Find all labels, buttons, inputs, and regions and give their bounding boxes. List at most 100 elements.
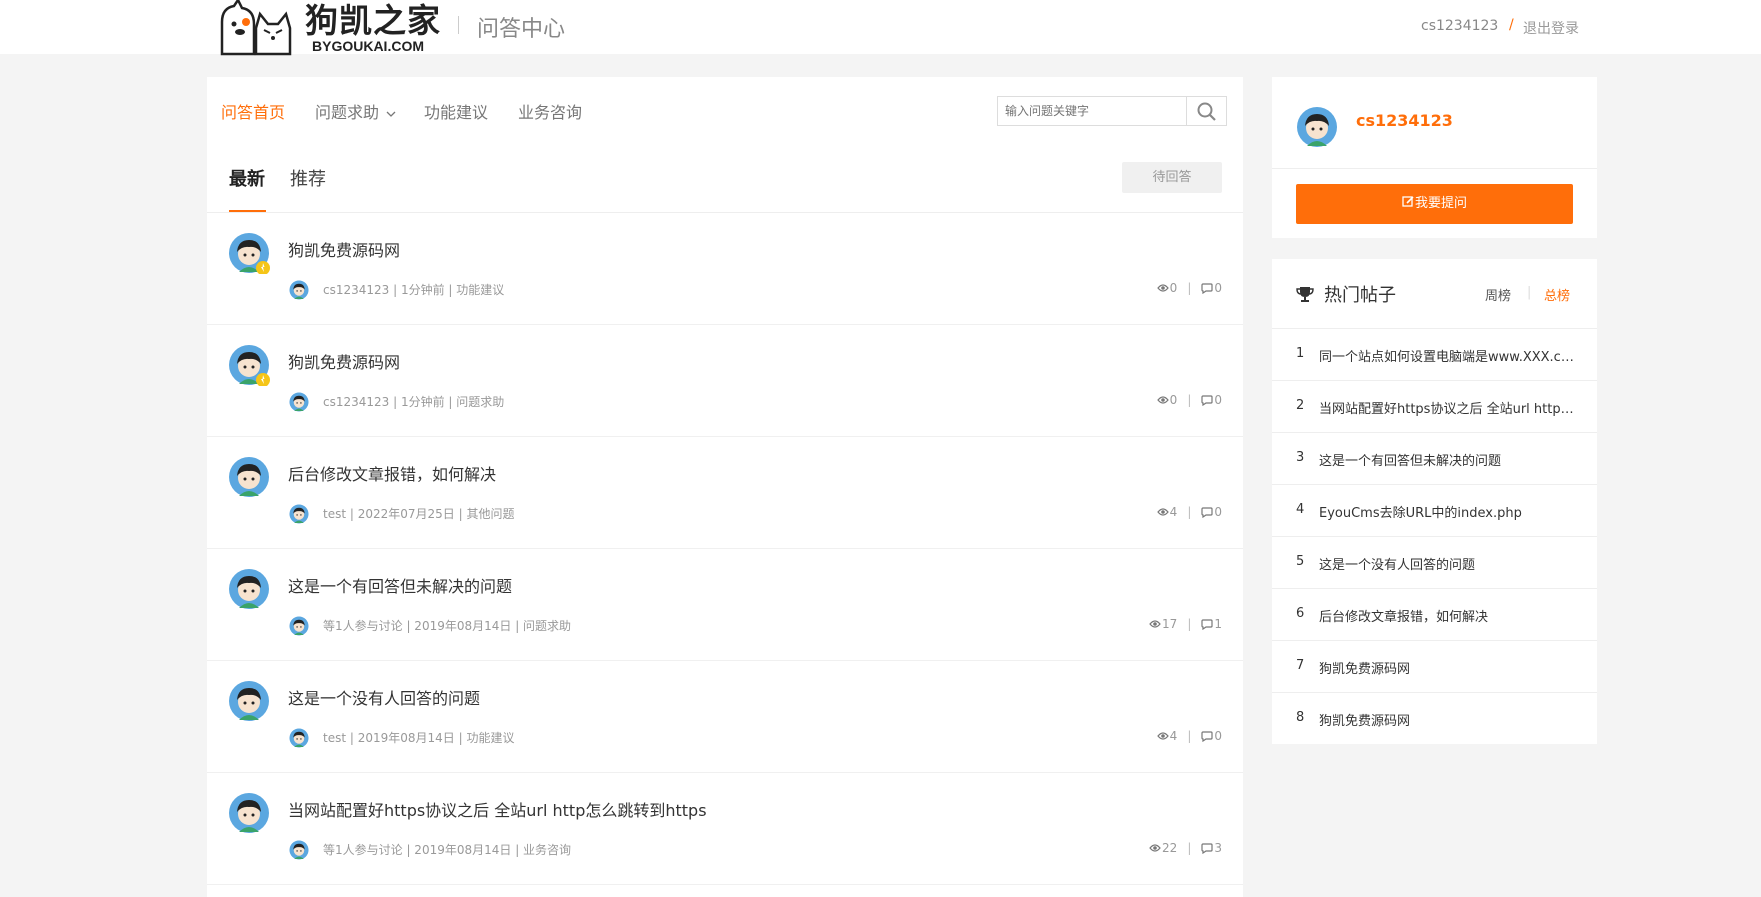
comment-icon [1201, 730, 1213, 742]
question-author-avatar[interactable] [228, 792, 270, 834]
question-user-avatar[interactable] [289, 504, 309, 524]
nav-business[interactable]: 业务咨询 [518, 99, 582, 123]
comment-count: 0 [1214, 729, 1222, 743]
stats-divider: | [1187, 505, 1192, 519]
hot-post-link[interactable]: 狗凯免费源码网 [1319, 710, 1574, 729]
tab-recommend[interactable]: 推荐 [290, 165, 326, 191]
ask-question-label: 我要提问 [1414, 196, 1467, 211]
question-stats: 0 | 0 [1156, 281, 1222, 295]
trophy-icon [1296, 287, 1314, 302]
question-user-avatar[interactable] [289, 728, 309, 748]
hot-post-item[interactable]: 1 同一个站点如何设置电脑端是www.XXX.com [1272, 328, 1597, 380]
question-meta: 等1人参与讨论 | 2019年08月14日 | 问题求助 [323, 619, 572, 633]
logo-text[interactable]: 狗凯之家 [305, 2, 441, 40]
hot-post-item[interactable]: 4 EyouCms去除URL中的index.php [1272, 484, 1597, 536]
cat-dog-logo-icon[interactable] [212, 0, 304, 56]
question-item: 后台修改文章报错，如何解决 test | 2022年07月25日 | 其他问题 4 |… [207, 437, 1243, 549]
question-user-avatar[interactable] [289, 840, 309, 860]
question-user-avatar[interactable] [289, 616, 309, 636]
sidebar-username[interactable]: cs1234123 [1356, 111, 1453, 130]
comment-count: 0 [1214, 393, 1222, 407]
question-title[interactable]: 当网站配置好https协议之后 全站url http怎么跳转到https [288, 797, 707, 821]
view-count: 4 [1169, 729, 1178, 743]
hot-post-rank: 7 [1296, 658, 1305, 673]
eye-icon [1156, 508, 1169, 516]
comment-count: 3 [1214, 841, 1222, 855]
question-author-avatar[interactable] [228, 344, 270, 386]
hot-post-item[interactable]: 7 狗凯免费源码网 [1272, 640, 1597, 692]
nav-home[interactable]: 问答首页 [221, 99, 285, 123]
view-count: 0 [1169, 281, 1178, 295]
question-title[interactable]: 狗凯免费源码网 [288, 237, 400, 261]
hot-posts-title: 热门帖子 [1324, 285, 1396, 306]
comment-icon [1201, 394, 1213, 406]
hot-post-link[interactable]: 这是一个没有人回答的问题 [1319, 554, 1574, 573]
hot-post-link[interactable]: 后台修改文章报错，如何解决 [1319, 606, 1574, 625]
question-user-avatar[interactable] [289, 392, 309, 412]
hot-post-item[interactable]: 3 这是一个有回答但未解决的问题 [1272, 432, 1597, 484]
pending-answer-button[interactable]: 待回答 [1122, 162, 1222, 193]
header-divider [458, 16, 459, 34]
logout-link[interactable]: 退出登录 [1523, 18, 1579, 38]
question-meta: cs1234123 | 1分钟前 | 功能建议 [323, 283, 505, 297]
hot-post-rank: 1 [1296, 346, 1305, 361]
question-stats: 17 | 1 [1149, 617, 1222, 631]
question-item: 这是一个没有人回答的问题 test | 2019年08月14日 | 功能建议 4 | 0 [207, 661, 1243, 773]
question-meta: test | 2022年07月25日 | 其他问题 [323, 507, 515, 521]
stats-divider: | [1187, 617, 1192, 631]
question-user-avatar[interactable] [289, 280, 309, 300]
stats-divider: | [1187, 393, 1192, 407]
edit-icon [1402, 196, 1414, 207]
tab-weekly[interactable]: 周榜 [1485, 285, 1511, 304]
question-title[interactable]: 后台修改文章报错，如何解决 [288, 461, 496, 485]
nav-help[interactable]: 问题求助 [315, 99, 396, 123]
hot-post-link[interactable]: EyouCms去除URL中的index.php [1319, 502, 1574, 521]
view-count: 17 [1162, 617, 1178, 631]
page-title[interactable]: 问答中心 [477, 11, 565, 43]
eye-icon [1149, 620, 1161, 628]
question-title[interactable]: 狗凯免费源码网 [288, 349, 400, 373]
hot-post-item[interactable]: 5 这是一个没有人回答的问题 [1272, 536, 1597, 588]
search-input[interactable] [998, 97, 1192, 125]
hot-post-rank: 3 [1296, 450, 1305, 465]
header-username-link[interactable]: cs1234123 [1421, 18, 1498, 34]
question-stats: 22 | 3 [1149, 841, 1222, 855]
question-meta: 等1人参与讨论 | 2019年08月14日 | 业务咨询 [323, 843, 572, 857]
view-count: 4 [1169, 505, 1178, 519]
comment-icon [1201, 618, 1213, 630]
hot-post-rank: 6 [1296, 606, 1305, 621]
hot-post-item[interactable]: 6 后台修改文章报错，如何解决 [1272, 588, 1597, 640]
hot-post-item[interactable]: 8 狗凯免费源码网 [1272, 692, 1597, 744]
comment-count: 0 [1214, 505, 1222, 519]
question-author-avatar[interactable] [228, 680, 270, 722]
search-button[interactable] [1187, 96, 1227, 126]
question-stats: 4 | 0 [1156, 729, 1222, 743]
hot-post-link[interactable]: 这是一个有回答但未解决的问题 [1319, 450, 1574, 469]
tab-total[interactable]: 总榜 [1544, 285, 1570, 304]
comment-icon [1201, 842, 1213, 854]
tab-latest[interactable]: 最新 [229, 165, 265, 191]
hot-tab-divider: | [1527, 285, 1532, 300]
question-title[interactable]: 这是一个没有人回答的问题 [288, 685, 480, 709]
question-author-avatar[interactable] [228, 456, 270, 498]
logo-subtext[interactable]: BYGOUKAI.COM [312, 38, 424, 54]
hot-post-item[interactable]: 2 当网站配置好https协议之后 全站url http怎么跳转到https [1272, 380, 1597, 432]
search-box [997, 96, 1192, 126]
nav-suggestion[interactable]: 功能建议 [424, 99, 488, 123]
comment-count: 0 [1214, 281, 1222, 295]
question-author-avatar[interactable] [228, 232, 270, 274]
hot-post-rank: 2 [1296, 398, 1305, 413]
avatar[interactable] [1296, 106, 1338, 148]
question-item: 当网站配置好https协议之后 全站url http怎么跳转到https 等1人参… [207, 773, 1243, 885]
question-item: 狗凯免费源码网 cs1234123 | 1分钟前 | 问题求助 0 | 0 [207, 325, 1243, 437]
ask-question-button[interactable]: 我要提问 [1296, 184, 1573, 224]
stats-divider: | [1187, 281, 1192, 295]
search-icon [1197, 102, 1216, 121]
eye-icon [1156, 284, 1169, 292]
comment-icon [1201, 506, 1213, 518]
hot-post-link[interactable]: 当网站配置好https协议之后 全站url http怎么跳转到https [1319, 398, 1574, 417]
hot-post-link[interactable]: 狗凯免费源码网 [1319, 658, 1574, 677]
question-author-avatar[interactable] [228, 568, 270, 610]
question-title[interactable]: 这是一个有回答但未解决的问题 [288, 573, 512, 597]
hot-post-link[interactable]: 同一个站点如何设置电脑端是www.XXX.com [1319, 346, 1574, 365]
